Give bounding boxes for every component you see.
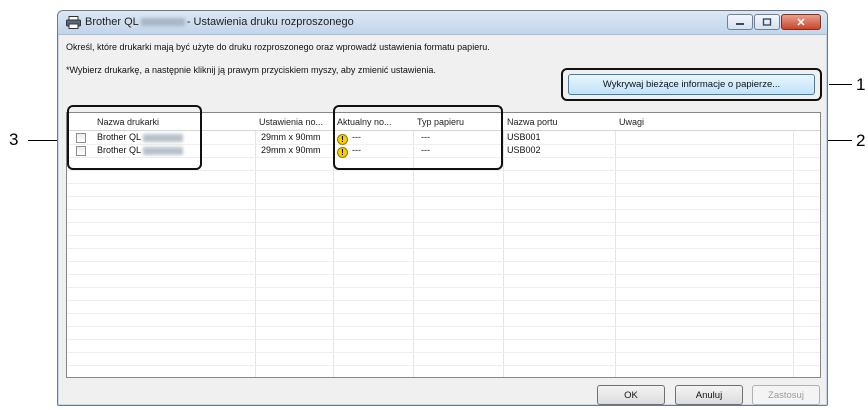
window-title: Brother QL - Ustawienia druku rozproszone… [85,16,354,28]
ok-button[interactable]: OK [597,385,665,405]
instruction-text: Określ, które drukarki mają być użyte do… [66,42,490,52]
minimize-button[interactable] [727,14,753,30]
apply-button[interactable]: Zastosuj [752,385,820,405]
callout-number-3: 3 [9,130,19,149]
port-name: USB001 [507,132,541,142]
close-button[interactable]: ✕ [781,14,821,30]
port-name: USB002 [507,145,541,155]
maximize-button[interactable] [754,14,780,30]
instruction-hint: *Wybierz drukarkę, a następnie kliknij j… [66,65,436,75]
printer-icon [66,16,81,29]
callout-number-1: 1 [856,75,866,94]
callout-highlight-1 [561,68,822,101]
callout-highlight-3 [67,105,202,170]
notes [617,144,621,157]
close-icon: ✕ [796,16,806,29]
cancel-button[interactable]: Anuluj [675,385,743,405]
redacted-model [140,18,185,27]
callout-highlight-2 [333,105,503,170]
title-bar[interactable]: Brother QL - Ustawienia druku rozproszone… [58,11,827,35]
distributed-printing-dialog: Brother QL - Ustawienia druku rozproszone… [57,10,828,406]
column-header-settings[interactable]: Ustawienia no... [255,113,333,131]
callout-number-2: 2 [856,131,866,150]
column-header-notes[interactable]: Uwagi [615,113,793,131]
column-header-port-name[interactable]: Nazwa portu [503,113,615,131]
maximize-icon [762,18,772,26]
callout-line-1 [829,84,852,85]
minimize-icon [736,23,744,25]
notes [617,131,621,144]
paper-settings: 29mm x 90mm [261,132,321,142]
paper-settings: 29mm x 90mm [261,145,321,155]
